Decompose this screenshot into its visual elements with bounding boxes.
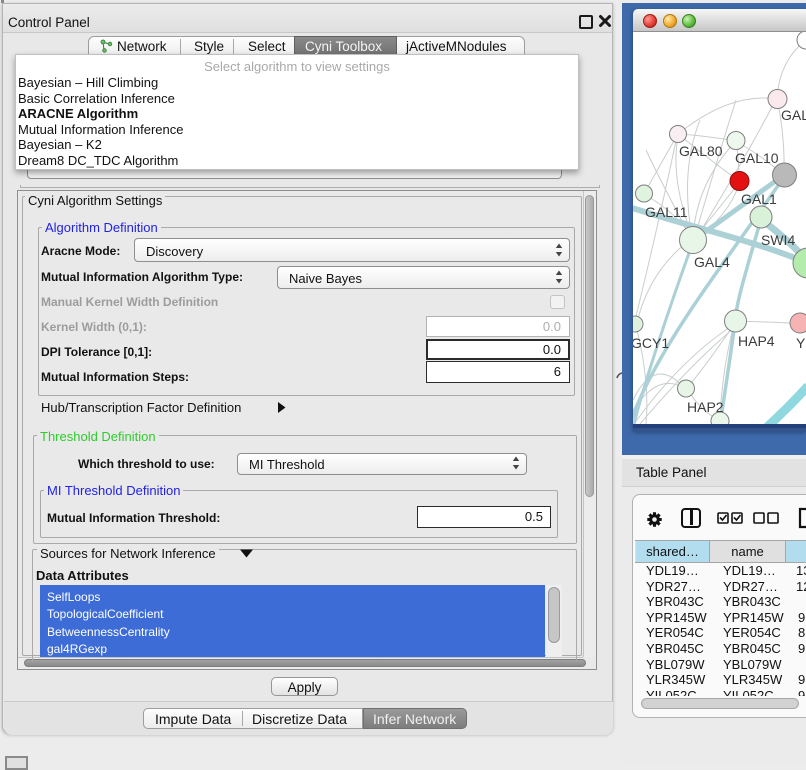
svg-text:GAL1: GAL1	[741, 191, 777, 207]
svg-text:GAL11: GAL11	[645, 204, 688, 220]
svg-text:SWI4: SWI4	[761, 232, 795, 248]
svg-text:GAL: GAL	[781, 107, 806, 123]
svg-text:GAL10: GAL10	[735, 150, 779, 166]
svg-text:GAL4: GAL4	[694, 254, 730, 270]
svg-text:GAL80: GAL80	[679, 143, 723, 159]
svg-text:Y: Y	[796, 335, 806, 351]
svg-text:GCY1: GCY1	[633, 335, 669, 351]
svg-text:HAP4: HAP4	[738, 333, 775, 349]
svg-text:HAP2: HAP2	[687, 399, 724, 415]
